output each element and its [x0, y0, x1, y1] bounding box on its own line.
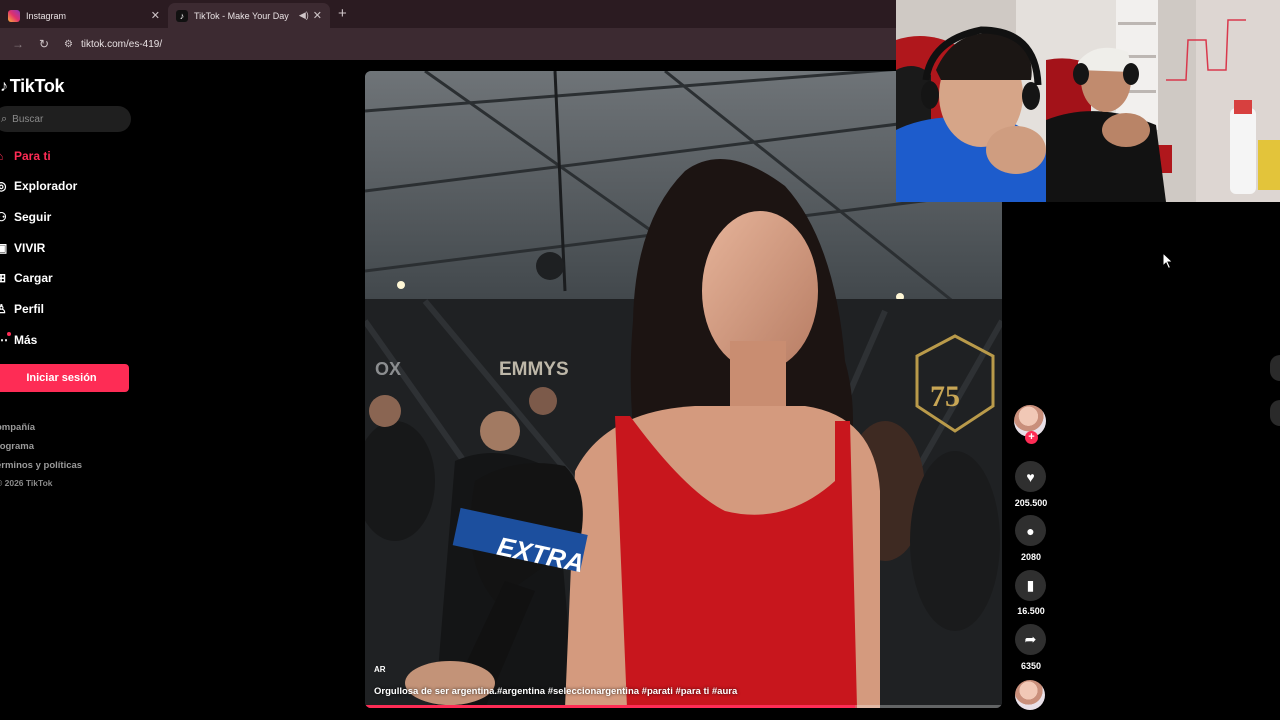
video-progress-bar[interactable] [365, 705, 1002, 708]
webcam-overlay [896, 0, 1280, 202]
video-watermark: AR [374, 665, 386, 674]
sidebar-item-label: Perfil [14, 302, 45, 316]
heart-icon: ♥ [1026, 468, 1035, 485]
address-bar: → ↻ ⚙ tiktok.com/es-419/ [0, 28, 896, 60]
url-field[interactable]: tiktok.com/es-419/ [81, 39, 162, 50]
sidebar-item-explorador[interactable]: ◎ Explorador [0, 176, 77, 196]
creator-avatar[interactable]: + [1014, 405, 1046, 444]
video-progress-fill [365, 705, 856, 708]
login-button[interactable]: Iniciar sesión [0, 364, 129, 392]
close-tab-icon[interactable]: ✕ [151, 9, 160, 22]
speaker-icon[interactable]: ◀) [299, 10, 309, 21]
tiktok-logo[interactable]: ♪ TikTok [0, 76, 65, 97]
save-count: 16.500 [1017, 606, 1045, 616]
forward-arrow-icon[interactable]: → [10, 37, 26, 51]
sidebar-item-para-ti[interactable]: ⌂ Para ti [0, 146, 51, 166]
tab-title: Instagram [26, 10, 67, 21]
screen: Instagram ✕ ♪ TikTok - Make Your Day ◀) … [0, 0, 1280, 720]
sidebar-item-seguir[interactable]: ⚇ Seguir [0, 207, 51, 227]
following-icon: ⚇ [0, 210, 7, 224]
sidebar-item-label: Cargar [14, 271, 53, 285]
search-icon: ⌕ [1, 112, 8, 125]
comment-button[interactable]: ● [1015, 515, 1046, 546]
like-button[interactable]: ♥ [1015, 461, 1046, 492]
backdrop-emmys-text: EMMYS [499, 359, 569, 380]
svg-text:75: 75 [930, 380, 960, 413]
svg-text:OX: OX [375, 359, 401, 379]
sidebar-item-mas[interactable]: ⋯ Más [0, 330, 37, 350]
site-settings-icon[interactable]: ⚙ [64, 39, 73, 50]
share-button[interactable]: ➦ [1015, 624, 1046, 655]
sidebar-item-label: Para ti [14, 149, 51, 163]
footer-link-program[interactable]: rograma [0, 441, 34, 452]
bookmark-icon: ▮ [1026, 577, 1035, 593]
sidebar-item-label: Más [14, 333, 38, 347]
footer-link-terms[interactable]: érminos y políticas [0, 460, 82, 471]
comment-icon: ● [1026, 522, 1035, 539]
sidebar-item-perfil[interactable]: ♙ Perfil [0, 299, 44, 319]
brand-name: TikTok [9, 76, 65, 96]
like-count: 205.500 [1014, 498, 1048, 508]
share-arrow-icon: ➦ [1024, 631, 1037, 647]
tab-title: TikTok - Make Your Day [194, 10, 289, 21]
video-caption[interactable]: Orgullosa de ser argentina.#argentina #s… [374, 686, 737, 697]
mouse-cursor-icon [1162, 252, 1174, 270]
tab-tiktok[interactable]: ♪ TikTok - Make Your Day ◀) ✕ [168, 3, 330, 28]
sidebar-item-label: Seguir [14, 210, 52, 224]
tiktok-note-icon: ♪ [0, 77, 8, 95]
sidebar-item-vivir[interactable]: ▣ VIVIR [0, 238, 45, 258]
save-button[interactable]: ▮ [1015, 570, 1046, 601]
previous-video-button[interactable] [1270, 355, 1280, 381]
sidebar-item-label: VIVIR [14, 241, 46, 255]
copyright-text: © 2026 TikTok [0, 478, 53, 488]
sidebar: ♪ TikTok ⌕ Buscar ⌂ Para ti ◎ Explorador… [0, 62, 140, 720]
close-tab-icon[interactable]: ✕ [313, 9, 322, 22]
search-placeholder: Buscar [12, 113, 44, 125]
sidebar-item-cargar[interactable]: ⊞ Cargar [0, 268, 53, 288]
home-icon: ⌂ [0, 149, 14, 163]
tiktok-favicon-icon: ♪ [176, 9, 188, 22]
browser-tab-bar: Instagram ✕ ♪ TikTok - Make Your Day ◀) … [0, 0, 896, 28]
follow-plus-icon[interactable]: + [1025, 431, 1038, 444]
tab-instagram[interactable]: Instagram ✕ [0, 3, 168, 28]
upload-icon: ⊞ [0, 271, 7, 285]
sound-disc-avatar[interactable] [1015, 680, 1045, 710]
sidebar-item-label: Explorador [14, 179, 78, 193]
footer-link-company[interactable]: ompañía [0, 422, 35, 433]
reload-icon[interactable]: ↻ [36, 37, 52, 51]
webcam-image [896, 0, 1280, 202]
compass-icon: ◎ [0, 179, 7, 193]
live-icon: ▣ [0, 241, 8, 255]
new-tab-icon[interactable]: + [338, 5, 347, 22]
instagram-favicon-icon [8, 9, 20, 22]
profile-icon: ♙ [0, 302, 7, 316]
share-count: 6350 [1020, 661, 1042, 671]
notification-dot [7, 332, 11, 336]
search-input[interactable]: ⌕ Buscar [0, 106, 131, 132]
comment-count: 2080 [1020, 552, 1042, 562]
next-video-button[interactable] [1270, 400, 1280, 426]
